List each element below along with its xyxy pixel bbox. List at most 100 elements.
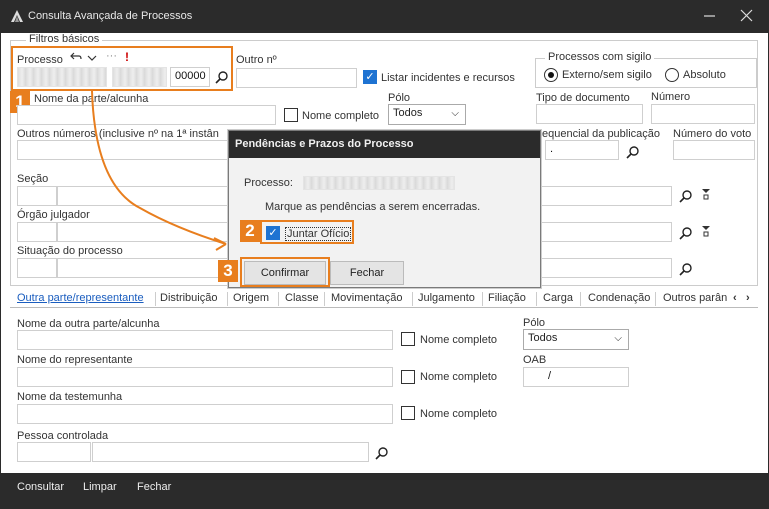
oab-label: OAB bbox=[523, 354, 547, 366]
outros-numeros-label: Outros números (inclusive nº na 1ª instâ… bbox=[17, 128, 219, 140]
close-icon[interactable] bbox=[733, 4, 759, 28]
chevron-down-icon: ⌵ bbox=[451, 108, 459, 119]
pessoa-controlada-name-field[interactable] bbox=[92, 442, 369, 462]
callout-3: 3 bbox=[218, 260, 238, 282]
dialog-title: Pendências e Prazos do Processo bbox=[229, 131, 540, 158]
polo-select[interactable]: Todos ⌵ bbox=[388, 104, 466, 125]
processo-highlight-box bbox=[11, 46, 233, 91]
search-icon[interactable] bbox=[375, 446, 389, 460]
tab-movimentacao[interactable]: Movimentação bbox=[331, 292, 403, 304]
tab-scroll-left-icon[interactable]: ‹ bbox=[733, 292, 737, 304]
tab-condenacao[interactable]: Condenação bbox=[588, 292, 650, 304]
chevron-down-icon: ⌵ bbox=[614, 333, 622, 344]
pessoa-controlada-label: Pessoa controlada bbox=[17, 430, 109, 442]
tipo-doc-field[interactable] bbox=[536, 104, 643, 124]
orgao-name-field[interactable] bbox=[57, 222, 228, 242]
app-logo-icon bbox=[11, 10, 23, 22]
situacao-code-field[interactable] bbox=[17, 258, 57, 278]
dialog-instruction: Marque as pendências a serem encerradas. bbox=[265, 201, 481, 213]
numero-label: Número bbox=[651, 91, 691, 103]
search-icon[interactable] bbox=[626, 145, 640, 159]
tab-strip: Outra parte/representante Distribuição O… bbox=[10, 290, 758, 308]
dialog-processo-value bbox=[303, 176, 455, 190]
tab-julgamento[interactable]: Julgamento bbox=[418, 292, 475, 304]
situacao-name-field-right[interactable] bbox=[541, 258, 672, 278]
sequencial-label: equencial da publicação bbox=[542, 128, 661, 140]
polo-label: Pólo bbox=[523, 317, 546, 329]
juntar-oficio-checkbox[interactable]: ✓ bbox=[266, 226, 280, 240]
limpar-button[interactable]: Limpar bbox=[83, 481, 117, 493]
tab-divider bbox=[278, 292, 279, 306]
tab-divider bbox=[155, 292, 156, 306]
tab-divider bbox=[324, 292, 325, 306]
situacao-label: Situação do processo bbox=[17, 245, 123, 257]
externo-radio[interactable] bbox=[544, 68, 558, 82]
minimize-icon[interactable] bbox=[696, 4, 722, 28]
situacao-name-field[interactable] bbox=[57, 258, 228, 278]
nome-completo-label: Nome completo bbox=[302, 110, 380, 122]
polo-select[interactable]: Todos ⌵ bbox=[523, 329, 629, 350]
tab-divider bbox=[536, 292, 537, 306]
consultar-button[interactable]: Consultar bbox=[17, 481, 64, 493]
search-icon[interactable] bbox=[679, 262, 693, 276]
search-icon[interactable] bbox=[679, 226, 693, 240]
tab-distribuicao[interactable]: Distribuição bbox=[160, 292, 217, 304]
dialog-fechar-button[interactable]: Fechar bbox=[330, 261, 404, 285]
orgao-name-field-right[interactable] bbox=[541, 222, 672, 242]
externo-label: Externo/sem sigilo bbox=[562, 69, 652, 81]
callout-2: 2 bbox=[240, 220, 260, 242]
sequencial-field[interactable]: . bbox=[545, 140, 619, 160]
nome-testemunha-field[interactable] bbox=[17, 404, 393, 424]
nome-parte-label: Nome da parte/alcunha bbox=[34, 93, 149, 105]
dialog-confirmar-button[interactable]: Confirmar bbox=[244, 261, 326, 285]
secao-code-field[interactable] bbox=[17, 186, 57, 206]
tab-carga[interactable]: Carga bbox=[543, 292, 573, 304]
nome-completo-label: Nome completo bbox=[420, 371, 498, 383]
tab-origem[interactable]: Origem bbox=[233, 292, 269, 304]
pendencias-dialog: Pendências e Prazos do Processo Processo… bbox=[228, 130, 541, 288]
absoluto-label: Absoluto bbox=[683, 69, 726, 81]
tab-classe[interactable]: Classe bbox=[285, 292, 319, 304]
numero-voto-label: Número do voto bbox=[673, 128, 752, 140]
fechar-button[interactable]: Fechar bbox=[137, 481, 171, 493]
outros-numeros-field[interactable] bbox=[17, 140, 232, 160]
polo-select-value: Todos bbox=[393, 107, 423, 119]
dialog-processo-label: Processo: bbox=[244, 177, 293, 189]
absoluto-radio[interactable] bbox=[665, 68, 679, 82]
nome-representante-field[interactable] bbox=[17, 367, 393, 387]
nome-completo-checkbox[interactable] bbox=[401, 406, 415, 420]
secao-name-field-right[interactable] bbox=[541, 186, 672, 206]
numero-voto-field[interactable] bbox=[673, 140, 755, 160]
nome-completo-checkbox[interactable] bbox=[401, 370, 415, 384]
tab-filiacao[interactable]: Filiação bbox=[488, 292, 526, 304]
search-icon[interactable] bbox=[679, 189, 693, 203]
outro-no-field[interactable] bbox=[236, 68, 357, 88]
nome-completo-checkbox[interactable] bbox=[401, 332, 415, 346]
filter-icon[interactable] bbox=[701, 188, 711, 200]
filter-icon[interactable] bbox=[701, 225, 711, 237]
oab-field[interactable]: / bbox=[523, 367, 629, 387]
nome-parte-field[interactable] bbox=[17, 105, 276, 125]
nome-completo-checkbox[interactable] bbox=[284, 108, 298, 122]
tab-outra-parte[interactable]: Outra parte/representante bbox=[17, 292, 144, 304]
tab-divider bbox=[655, 292, 656, 306]
nome-outra-parte-field[interactable] bbox=[17, 330, 393, 350]
tipo-doc-label: Tipo de documento bbox=[536, 92, 630, 104]
orgao-label: Órgão julgador bbox=[17, 209, 90, 221]
tab-divider bbox=[482, 292, 483, 306]
secao-label: Seção bbox=[17, 173, 49, 185]
listar-incidentes-label: Listar incidentes e recursos bbox=[381, 72, 515, 84]
bottom-toolbar: Consultar Limpar Fechar bbox=[0, 473, 769, 509]
tab-outros-parametros[interactable]: Outros parân bbox=[663, 292, 727, 304]
orgao-code-field[interactable] bbox=[17, 222, 57, 242]
secao-name-field[interactable] bbox=[57, 186, 228, 206]
listar-incidentes-checkbox[interactable]: ✓ bbox=[363, 70, 377, 84]
tab-scroll-right-icon[interactable]: › bbox=[746, 292, 750, 304]
window-title: Consulta Avançada de Processos bbox=[28, 10, 193, 22]
nome-completo-label: Nome completo bbox=[420, 408, 498, 420]
nome-testemunha-label: Nome da testemunha bbox=[17, 391, 123, 403]
sigilo-group-label: Processos com sigilo bbox=[545, 51, 655, 63]
tab-divider bbox=[580, 292, 581, 306]
pessoa-controlada-code-field[interactable] bbox=[17, 442, 91, 462]
numero-field[interactable] bbox=[651, 104, 755, 124]
